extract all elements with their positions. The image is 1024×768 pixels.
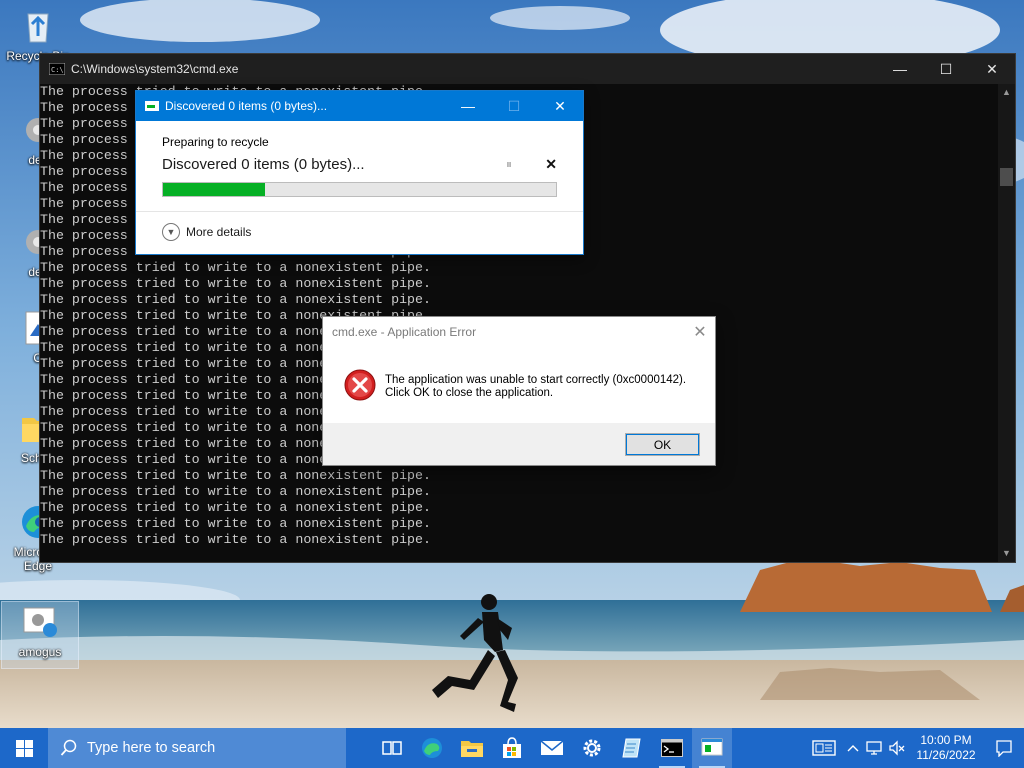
notification-center-button[interactable] — [984, 728, 1024, 768]
news-icon — [812, 740, 836, 756]
system-tray: 10:00 PM 11/26/2022 — [806, 728, 1024, 768]
settings-shortcut-icon — [23, 607, 57, 637]
settings-icon — [583, 739, 601, 757]
error-message: The application was unable to start corr… — [385, 374, 686, 400]
notification-icon — [996, 740, 1012, 757]
taskbar-mail-button[interactable] — [532, 728, 572, 768]
cmd-icon: C:\ — [49, 63, 65, 75]
more-details-label: More details — [186, 225, 252, 239]
recycle-maximize-button: ☐ — [507, 97, 521, 114]
windows-logo-icon — [15, 739, 33, 757]
show-hidden-icons-button[interactable] — [842, 728, 864, 768]
cmd-output-line: The process tried to write to a nonexist… — [40, 532, 431, 547]
file-explorer-icon — [461, 741, 483, 757]
chevron-up-icon — [847, 745, 859, 752]
cmd-window-title: C:\Windows\system32\cmd.exe — [71, 62, 239, 76]
taskbar-search-box[interactable]: Type here to search — [48, 728, 346, 768]
chevron-down-icon: ▼ — [162, 223, 180, 241]
error-dialog-footer: OK — [323, 423, 715, 465]
news-widget-button[interactable] — [806, 728, 842, 768]
network-button[interactable] — [864, 728, 886, 768]
recycle-status-text: Preparing to recycle — [162, 135, 269, 149]
error-icon — [344, 369, 376, 401]
scroll-down-icon[interactable]: ▼ — [998, 545, 1015, 562]
error-dialog-title: cmd.exe - Application Error — [332, 325, 477, 339]
progress-bar — [162, 182, 557, 197]
clock[interactable]: 10:00 PM 11/26/2022 — [908, 733, 984, 763]
taskbar-control-panel-button[interactable] — [692, 728, 732, 768]
taskbar-notepad-button[interactable] — [612, 728, 652, 768]
cmd-output-line: The process tried to write to a nonexist… — [40, 292, 431, 307]
store-icon — [503, 737, 521, 758]
cmd-maximize-button[interactable]: ☐ — [923, 54, 969, 84]
error-message-line: The application was unable to start corr… — [385, 374, 687, 386]
recycle-dialog-titlebar[interactable]: Discovered 0 items (0 bytes)... — ☐ ✕ — [136, 91, 583, 121]
application-error-dialog[interactable]: cmd.exe - Application Error ✕ The applic… — [322, 316, 716, 466]
task-view-button[interactable] — [372, 728, 412, 768]
recycle-bin-icon — [27, 13, 49, 43]
control-panel-icon — [701, 738, 723, 756]
cmd-icon — [661, 739, 683, 757]
cmd-titlebar[interactable]: C:\ C:\Windows\system32\cmd.exe — ☐ ✕ — [40, 54, 1015, 84]
scroll-thumb[interactable] — [1000, 168, 1013, 186]
progress-fill — [163, 183, 266, 196]
more-details-toggle[interactable]: ▼ More details — [162, 223, 251, 241]
cmd-output-line: The process tried to write to a nonexist… — [40, 276, 431, 291]
recycle-close-button[interactable]: ✕ — [537, 91, 583, 121]
scroll-up-icon[interactable]: ▲ — [998, 84, 1015, 101]
svg-text:C:\: C:\ — [51, 66, 64, 74]
search-placeholder: Type here to search — [87, 740, 216, 756]
recycle-dialog-title: Discovered 0 items (0 bytes)... — [165, 99, 328, 113]
taskbar-file-explorer-button[interactable] — [452, 728, 492, 768]
taskbar-cmd-button[interactable] — [652, 728, 692, 768]
mail-icon — [540, 740, 564, 755]
clock-date: 11/26/2022 — [916, 748, 976, 762]
recycle-progress-dialog[interactable]: Discovered 0 items (0 bytes)... — ☐ ✕ Pr… — [135, 90, 584, 255]
start-button[interactable] — [0, 728, 48, 768]
taskbar-settings-button[interactable] — [572, 728, 612, 768]
cmd-minimize-button[interactable]: — — [877, 54, 923, 84]
cmd-output-line: The process tried to write to a nonexist… — [40, 484, 431, 499]
ok-button[interactable]: OK — [625, 433, 700, 456]
notepad-icon — [622, 738, 641, 758]
taskbar-store-button[interactable] — [492, 728, 532, 768]
cmd-output-line: The process tried to write to a nonexist… — [40, 500, 431, 515]
desktop-icon-amogus[interactable]: amogus — [1, 601, 79, 669]
volume-muted-icon — [889, 740, 905, 756]
search-icon — [60, 739, 77, 756]
recycle-minimize-button[interactable]: — — [445, 91, 491, 121]
divider — [136, 211, 583, 212]
volume-button[interactable] — [886, 728, 908, 768]
clock-time: 10:00 PM — [920, 733, 972, 747]
cmd-output-line: The process tried to write to a nonexist… — [40, 468, 431, 483]
error-close-button[interactable]: ✕ — [685, 322, 715, 342]
cmd-output-line: The process tried to write to a nonexist… — [40, 516, 431, 531]
taskbar: Type here to search 10:00 PM 11/26/2022 — [0, 728, 1024, 768]
error-dialog-titlebar[interactable]: cmd.exe - Application Error ✕ — [323, 317, 715, 347]
cmd-output-line: The process tried to write to a nonexist… — [40, 260, 431, 275]
cmd-close-button[interactable]: ✕ — [969, 54, 1015, 84]
edge-icon — [422, 738, 442, 758]
discovered-items-text: Discovered 0 items (0 bytes)... — [162, 155, 365, 173]
error-message-line: Click OK to close the application. — [385, 387, 554, 399]
pause-button[interactable]: ⏸ — [495, 157, 523, 172]
progress-window-icon — [145, 101, 159, 111]
cmd-scrollbar[interactable]: ▲ ▼ — [998, 84, 1015, 562]
taskbar-edge-button[interactable] — [412, 728, 452, 768]
task-view-icon — [382, 741, 402, 755]
network-icon — [866, 741, 882, 755]
desktop-icon-label: amogus — [18, 645, 62, 659]
stop-button[interactable]: ✕ — [523, 156, 557, 173]
